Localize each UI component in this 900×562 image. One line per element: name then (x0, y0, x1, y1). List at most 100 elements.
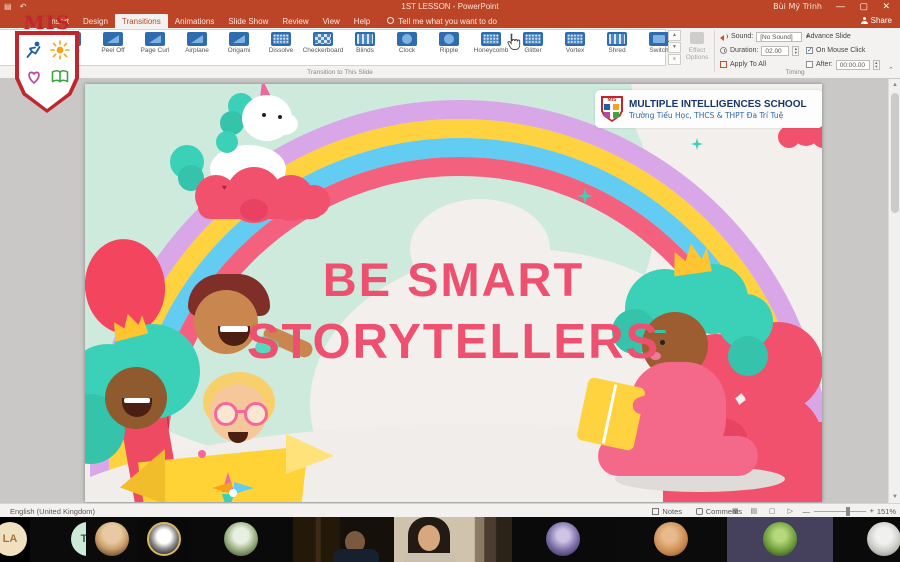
checkerboard-icon (313, 32, 333, 46)
switch-icon (649, 32, 669, 46)
cloud-heart: ♥ (222, 183, 227, 192)
tab-animations[interactable]: Animations (168, 14, 222, 28)
tab-help[interactable]: Help (347, 14, 377, 28)
advance-slide-label: Advance Slide (806, 31, 851, 42)
zoom-slider-thumb[interactable] (846, 507, 850, 516)
participant-initials: TK (71, 522, 86, 556)
glitter-icon (523, 32, 543, 46)
heart-icon (24, 67, 44, 87)
sound-icon (720, 33, 728, 40)
effect-options-button[interactable]: Effect Options (684, 31, 710, 61)
on-mouse-click-checkbox[interactable]: On Mouse Click (806, 45, 865, 56)
slide[interactable]: ♥ (85, 84, 822, 502)
participant-avatar (224, 522, 258, 556)
transition-origami[interactable]: Origami (218, 30, 260, 64)
participant-initials: LA (0, 522, 27, 556)
transition-dissolve[interactable]: Dissolve (260, 30, 302, 64)
tell-me-box[interactable]: Tell me what you want to do (377, 14, 503, 28)
transition-vortex[interactable]: Vortex (554, 30, 596, 64)
participant-shoulders (333, 549, 379, 562)
tab-review[interactable]: Review (275, 14, 315, 28)
blinds-icon (355, 32, 375, 46)
powerpoint-titlebar: ▤ ↶ 1ST LESSON - PowerPoint Bùi Mỹ Trinh… (0, 0, 900, 14)
gallery-more-button[interactable]: ≡ (668, 54, 681, 65)
participant-avatar (546, 522, 580, 556)
peel-off-icon (103, 32, 123, 46)
slide-title-line2: STORYTELLERS (85, 314, 822, 370)
account-name[interactable]: Bùi Mỹ Trinh (773, 2, 822, 11)
participant-tile[interactable] (833, 517, 900, 562)
after-spinner[interactable]: ▲▼ (873, 60, 880, 70)
transition-page-curl[interactable]: Page Curl (134, 30, 176, 64)
collapse-ribbon-chevron[interactable]: ⌃ (888, 66, 894, 74)
after-time-input[interactable]: 00:00.00 (836, 60, 870, 70)
zoom-in-button[interactable]: + (870, 506, 874, 515)
vertical-scrollbar[interactable]: ▲ ▼ (888, 79, 900, 503)
participant-tile[interactable] (190, 517, 293, 562)
zoom-out-button[interactable]: — (803, 507, 811, 516)
participant-tile[interactable] (86, 517, 138, 562)
vortex-icon (565, 32, 585, 46)
pinwheel (212, 472, 256, 502)
participant-tile[interactable] (138, 517, 190, 562)
group-divider (714, 30, 715, 72)
view-buttons[interactable]: ▦ ▤ ▢ ▷ (732, 507, 798, 515)
tab-view[interactable]: View (316, 14, 347, 28)
transition-checkerboard[interactable]: Checkerboard (302, 30, 344, 64)
apply-to-all-icon (720, 61, 727, 68)
participant-video[interactable] (394, 517, 512, 562)
participant-tile[interactable] (615, 517, 727, 562)
school-subtitle: Trường Tiểu Học, THCS & THPT Đa Trí Tuệ (629, 111, 807, 120)
participant-avatar (867, 522, 900, 556)
tab-slide-show[interactable]: Slide Show (221, 14, 275, 28)
participant-tile[interactable]: TK (30, 517, 86, 562)
participant-tile[interactable] (512, 517, 615, 562)
duration-icon (720, 47, 727, 54)
participant-tile[interactable]: LA (0, 517, 30, 562)
ripple-icon (439, 32, 459, 46)
share-button[interactable]: Share (861, 16, 892, 25)
person-icon (861, 17, 868, 24)
status-bar: English (United Kingdom) Notes Comments … (0, 503, 900, 517)
transitions-ribbon: Prestige Fracture Crush Peel Off Page Cu… (0, 28, 900, 79)
sound-dropdown[interactable]: [No Sound] (756, 32, 802, 42)
transition-ripple[interactable]: Ripple (428, 30, 470, 64)
duration-spinner[interactable]: ▲▼ (792, 46, 799, 56)
sun-icon (50, 40, 70, 60)
sparkle-star (691, 138, 703, 150)
transition-shred[interactable]: Shred (596, 30, 638, 64)
transition-airplane[interactable]: Airplane (176, 30, 218, 64)
tab-transitions[interactable]: Transitions (115, 14, 168, 28)
scrollbar-thumb[interactable] (891, 93, 899, 213)
video-call-strip: LA TK (0, 517, 900, 562)
mis-shield (15, 31, 79, 113)
scroll-down-arrow[interactable]: ▼ (889, 491, 900, 503)
transition-peel-off[interactable]: Peel Off (92, 30, 134, 64)
school-name: MULTIPLE INTELLIGENCES SCHOOL (629, 99, 807, 111)
ribbon-tab-bar: Insert Design Transitions Animations Sli… (0, 14, 900, 28)
gallery-scroll-down[interactable]: ▼ (668, 42, 681, 53)
group-label-timing: Timing (720, 69, 870, 76)
transition-clock[interactable]: Clock (386, 30, 428, 64)
transition-blinds[interactable]: Blinds (344, 30, 386, 64)
transition-prestige[interactable]: Prestige (0, 30, 8, 64)
window-title: 1ST LESSON - PowerPoint (0, 2, 900, 11)
window-controls[interactable]: — ▢ ✕ (836, 1, 896, 12)
notes-button[interactable]: Notes (652, 507, 682, 516)
participant-avatar (654, 522, 688, 556)
participant-tile[interactable] (727, 517, 833, 562)
participant-avatar (95, 522, 129, 556)
gallery-scroll-up[interactable]: ▲ (668, 30, 681, 41)
mis-logo-text: MIS (8, 14, 86, 32)
airplane-icon (187, 32, 207, 46)
zoom-level[interactable]: 151% (877, 507, 896, 516)
sound-control: Sound: [No Sound] ▼ (720, 31, 820, 42)
gallery-scroll-buttons: ▲ ▼ ≡ (668, 30, 681, 66)
language-button[interactable]: English (United Kingdom) (10, 507, 95, 516)
notes-icon (652, 508, 659, 515)
participant-video[interactable] (293, 517, 394, 562)
runner-icon (24, 40, 44, 60)
scroll-up-arrow[interactable]: ▲ (889, 79, 900, 91)
zoom-slider[interactable] (814, 511, 866, 512)
duration-input[interactable]: 02.00 (761, 46, 789, 56)
